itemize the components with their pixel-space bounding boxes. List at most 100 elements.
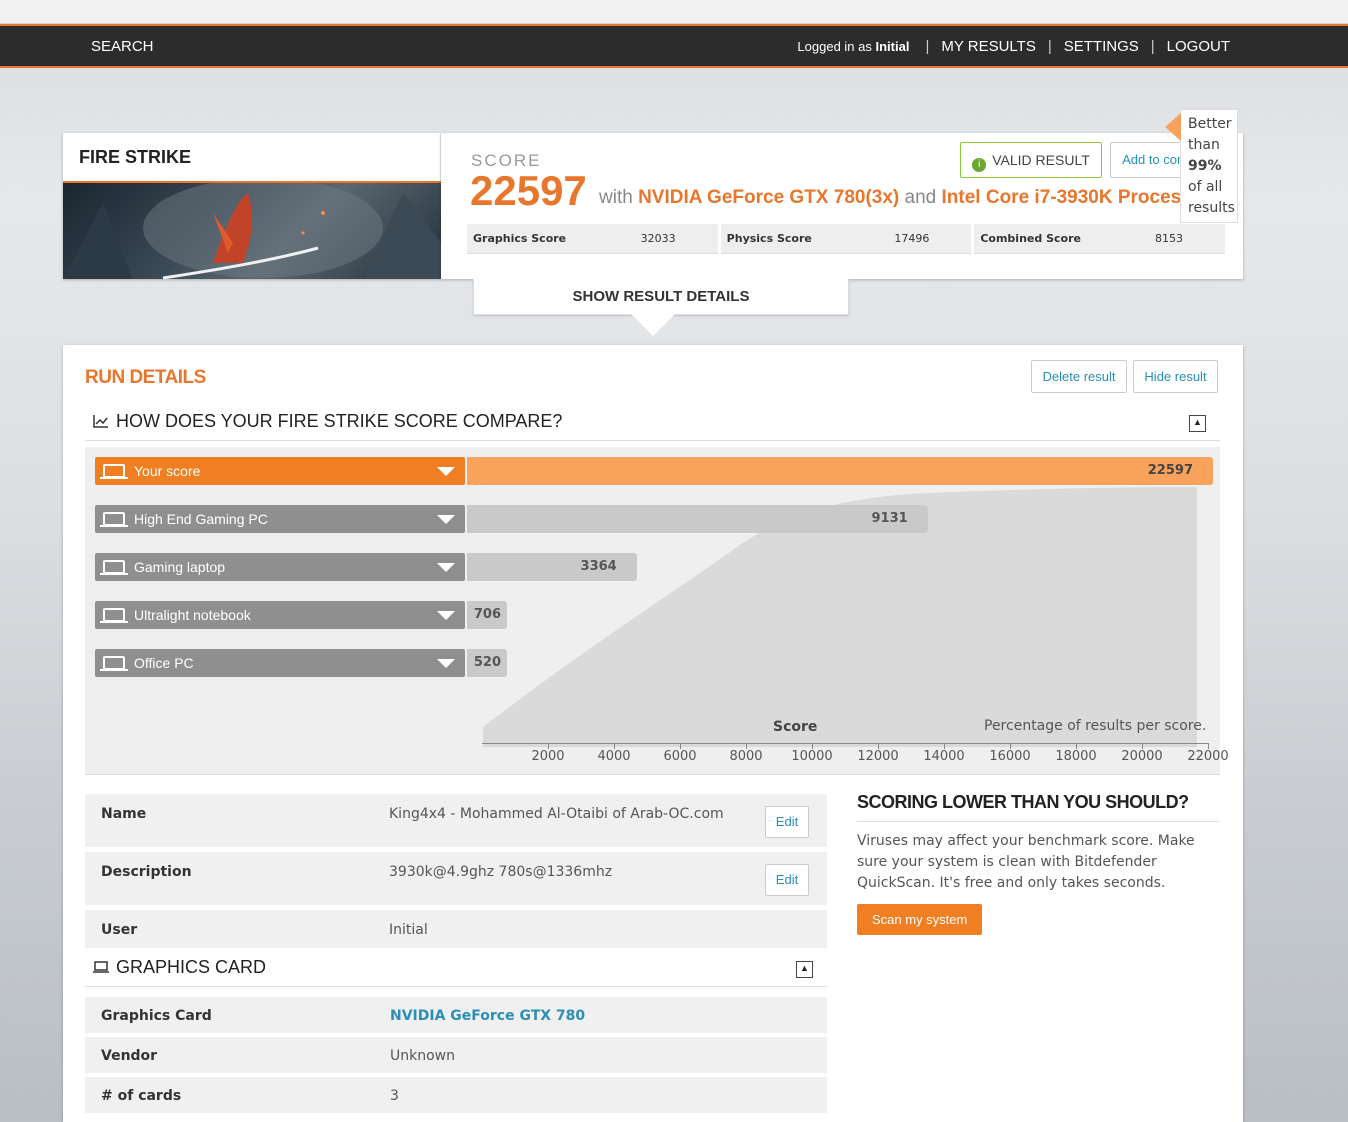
subscore-physics: Physics Score 17496 — [720, 224, 972, 254]
and-text: and — [904, 187, 937, 208]
bar-category: Office PC — [134, 655, 194, 671]
info-key: Description — [101, 864, 192, 880]
dropdown-icon — [437, 563, 455, 572]
tick-label: 16000 — [989, 749, 1031, 764]
info-value: Initial — [389, 922, 428, 938]
subscore-label: Physics Score — [726, 232, 812, 245]
bar-category: Ultralight notebook — [134, 607, 251, 623]
tick-label: 14000 — [923, 749, 965, 764]
test-image — [63, 181, 441, 279]
edit-button[interactable]: Edit — [765, 864, 809, 896]
details-notch — [631, 314, 675, 336]
with-text: with — [599, 187, 633, 208]
info-row: Name King4x4 - Mohammed Al-Otaibi of Arab… — [85, 794, 827, 849]
collapse-icon[interactable]: ▲ — [796, 961, 813, 978]
nav-sep: | — [1047, 38, 1052, 55]
nav-settings[interactable]: SETTINGS — [1064, 38, 1139, 55]
graphics-section-header: GRAPHICS CARD ▲ — [85, 951, 827, 987]
subscore-graphics: Graphics Score 32033 — [467, 224, 718, 254]
monitor-icon — [93, 960, 109, 977]
side-heading: SCORING LOWER THAN YOU SHOULD? — [857, 792, 1219, 822]
scan-system-button[interactable]: Scan my system — [857, 904, 983, 935]
score-card: SCORE 22597 with NVIDIA GeForce GTX 780(… — [441, 133, 1243, 279]
info-key: User — [101, 922, 138, 938]
graphics-row: Vendor Unknown — [85, 1037, 827, 1075]
x-axis — [482, 743, 1208, 744]
chart-annotation: Percentage of results per score. — [984, 718, 1207, 734]
info-value: 3930k@4.9ghz 780s@1336mhz — [389, 864, 613, 880]
tick-label: 22000 — [1187, 749, 1229, 764]
browser-strip — [0, 0, 1348, 24]
graphics-row: # of cards 3 — [85, 1077, 827, 1115]
fire-strike-artwork — [64, 183, 441, 279]
score-compare-chart: Your score 22597 High End Gaming PC 9131 Gam… — [85, 447, 1229, 775]
nav-my-results[interactable]: MY RESULTS — [941, 38, 1035, 55]
laptop-icon — [100, 560, 128, 575]
show-result-details-button[interactable]: SHOW RESULT DETAILS — [473, 279, 849, 315]
subscore-value: 8153 — [1155, 232, 1184, 245]
tick-label: 4000 — [597, 749, 631, 764]
logged-user: Initial — [875, 39, 910, 54]
run-details-panel: RUN DETAILS Delete result Hide result HO… — [63, 345, 1243, 1122]
bar-0: 22597 — [467, 457, 1213, 485]
bar-label-0[interactable]: Your score — [95, 457, 465, 485]
edit-button[interactable]: Edit — [765, 806, 809, 838]
dropdown-icon — [437, 467, 455, 476]
bar-label-4[interactable]: Office PC — [95, 649, 465, 677]
bar-category: High End Gaming PC — [134, 511, 268, 527]
info-row: Description 3930k@4.9ghz 780s@1336mhz Edit — [85, 852, 827, 907]
nav-right: Logged in as Initial | MY RESULTS | SETT… — [797, 38, 1230, 55]
bar-3: 706 — [467, 601, 507, 629]
dropdown-icon — [437, 611, 455, 620]
nav-sep: | — [925, 38, 930, 55]
subscore-label: Combined Score — [980, 232, 1081, 245]
valid-result-badge[interactable]: i VALID RESULT — [960, 142, 1102, 178]
tick-label: 2000 — [531, 749, 565, 764]
tick-label: 18000 — [1055, 749, 1097, 764]
gc-key: # of cards — [101, 1088, 182, 1104]
subscore-value: 17496 — [894, 232, 930, 245]
subscore-value: 32033 — [640, 232, 676, 245]
x-axis-label: Score — [773, 719, 818, 735]
line-chart-icon — [93, 414, 109, 431]
gpu-link[interactable]: NVIDIA GeForce GTX 780(3x) — [638, 187, 899, 208]
laptop-icon — [100, 656, 128, 671]
cpu-link[interactable]: Intel Core i7-3930K Processor — [942, 187, 1211, 208]
test-name: FIRE STRIKE — [79, 147, 192, 167]
collapse-icon[interactable]: ▲ — [1189, 415, 1206, 432]
info-row: User Initial — [85, 910, 827, 950]
gc-key: Vendor — [101, 1048, 158, 1064]
compare-section-header: HOW DOES YOUR FIRE STRIKE SCORE COMPARE?… — [85, 405, 1220, 441]
gc-key: Graphics Card — [101, 1008, 212, 1024]
laptop-icon — [100, 608, 128, 623]
graphics-heading: GRAPHICS CARD — [116, 957, 267, 977]
nav-logout[interactable]: LOGOUT — [1167, 38, 1230, 55]
hide-result-button[interactable]: Hide result — [1133, 360, 1218, 393]
bar-label-3[interactable]: Ultralight notebook — [95, 601, 465, 629]
bar-4: 520 — [467, 649, 507, 677]
bar-label-1[interactable]: High End Gaming PC — [95, 505, 465, 533]
bar-label-2[interactable]: Gaming laptop — [95, 553, 465, 581]
run-details-title: RUN DETAILS — [85, 367, 206, 388]
tick-label: 10000 — [791, 749, 833, 764]
info-value: King4x4 - Mohammed Al-Otaibi of Arab-OC.… — [389, 806, 724, 822]
bar-category: Gaming laptop — [134, 559, 226, 575]
tick-label: 12000 — [857, 749, 899, 764]
better-pre: Better than — [1188, 116, 1232, 153]
subscores: Graphics Score 32033 Physics Score 17496 C… — [467, 224, 1226, 254]
top-nav: SEARCH Logged in as Initial | MY RESULTS… — [0, 24, 1348, 68]
subscore-label: Graphics Score — [473, 232, 567, 245]
nav-sep: | — [1150, 38, 1155, 55]
login-status: Logged in as Initial — [797, 39, 909, 54]
gc-value: Unknown — [390, 1048, 455, 1064]
scoring-lower-box: SCORING LOWER THAN YOU SHOULD? Viruses m… — [857, 792, 1219, 935]
bar-category: Your score — [134, 463, 201, 479]
graphics-row: Graphics Card NVIDIA GeForce GTX 780 — [85, 997, 827, 1035]
gc-value[interactable]: NVIDIA GeForce GTX 780 — [390, 1008, 585, 1024]
nav-search[interactable]: SEARCH — [91, 38, 154, 55]
side-text: Viruses may affect your benchmark score.… — [857, 833, 1195, 891]
tick-label: 20000 — [1121, 749, 1163, 764]
better-than-callout: Better than 99% of all results — [1165, 109, 1238, 223]
delete-result-button[interactable]: Delete result — [1031, 360, 1127, 393]
valid-label: VALID RESULT — [992, 152, 1090, 168]
